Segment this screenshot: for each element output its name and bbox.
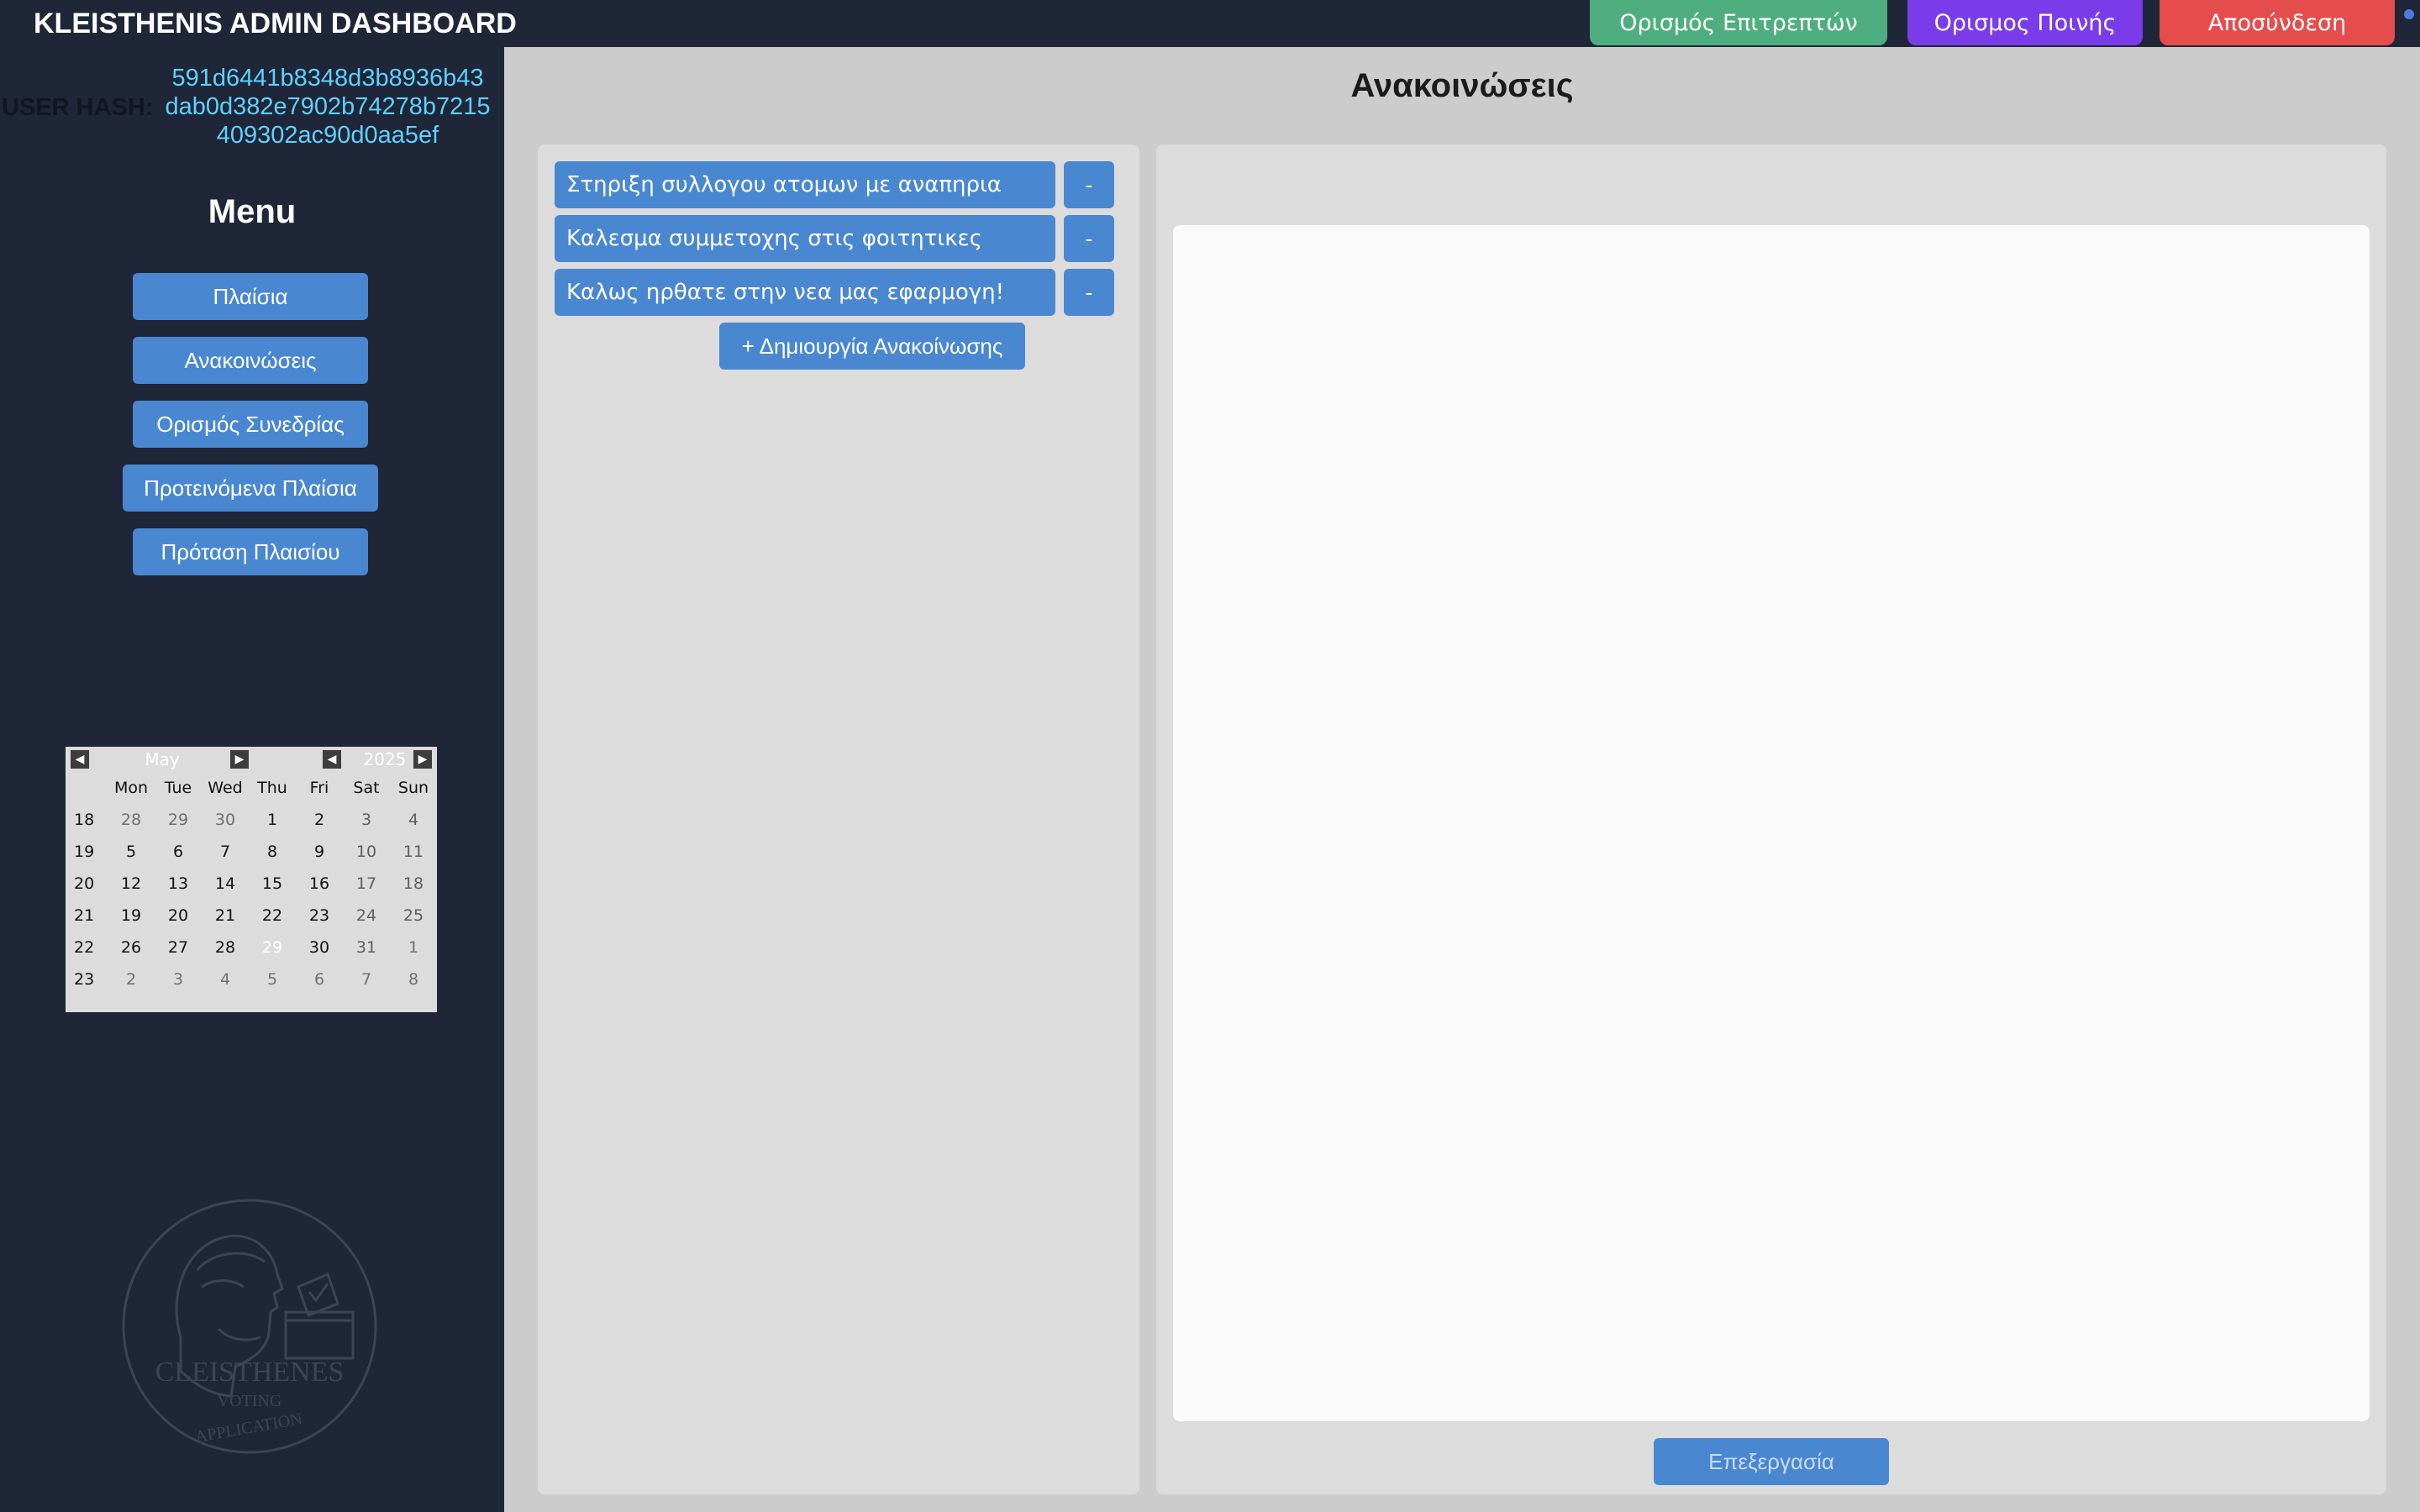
sidebar-item-session[interactable]: Ορισμός Συνεδρίας — [133, 401, 368, 448]
calendar-weekday: Sun — [397, 779, 429, 797]
allowed-emails-button[interactable]: Ορισμός Επιτρεπτών Email — [1590, 0, 1887, 83]
user-hash-line: 591d6441b8348d3b8936b43 — [171, 65, 484, 92]
calendar-day[interactable]: 18 — [390, 868, 437, 900]
calendar-weekday: Wed — [208, 779, 243, 797]
status-dot-icon — [2404, 9, 2414, 19]
calendar-day[interactable]: 28 — [202, 932, 249, 963]
calendar-day[interactable]: 4 — [202, 963, 249, 995]
calendar-day[interactable]: 2 — [108, 963, 155, 995]
calendar-corner — [66, 772, 108, 804]
calendar-week-number: 22 — [74, 938, 95, 957]
calendar-day[interactable]: 30 — [202, 804, 249, 836]
calendar-day[interactable]: 5 — [108, 836, 155, 868]
calendar-day[interactable]: 15 — [249, 868, 296, 900]
calendar-weekday: Sat — [353, 779, 380, 797]
logo-subtitle-text: APPLICATION — [194, 1410, 304, 1446]
user-hash-label: USER HASH: — [2, 94, 154, 121]
calendar-next-year-icon[interactable]: ▶ — [413, 750, 432, 769]
page-title: Ανακοινώσεις — [1350, 67, 1574, 104]
calendar-week-number: 21 — [74, 906, 95, 925]
calendar-week-number: 19 — [74, 843, 95, 861]
edit-button[interactable]: Επεξεργασία — [1654, 1438, 1889, 1485]
calendar-day[interactable]: 19 — [108, 900, 155, 932]
calendar-weekday: Mon — [113, 779, 149, 797]
sidebar-item-announcements[interactable]: Ανακοινώσεις — [133, 337, 368, 384]
calendar-day[interactable]: 7 — [343, 963, 390, 995]
calendar-day[interactable]: 21 — [202, 900, 249, 932]
calendar-weekday: Thu — [257, 779, 287, 797]
delete-announcement-button[interactable]: - — [1064, 269, 1114, 316]
calendar-day[interactable]: 24 — [343, 900, 390, 932]
logout-button[interactable]: Αποσύνδεση — [2160, 0, 2395, 45]
announcement-item[interactable]: Καλως ηρθατε στην νεα μας εφαρμογη! — [555, 269, 1055, 316]
calendar-day[interactable]: 4 — [390, 804, 437, 836]
logo-title-text: CLEISTHENES — [155, 1357, 345, 1388]
calendar-day[interactable]: 7 — [202, 836, 249, 868]
calendar-month[interactable]: May — [99, 750, 225, 769]
delete-announcement-button[interactable]: - — [1064, 215, 1114, 262]
calendar-prev-month-icon[interactable]: ◀ — [71, 750, 89, 769]
calendar-day[interactable]: 13 — [155, 868, 202, 900]
calendar-day[interactable]: 16 — [296, 868, 343, 900]
calendar-day[interactable]: 30 — [296, 932, 343, 963]
calendar-weekday: Fri — [309, 779, 329, 797]
sidebar-item-proposed-frames[interactable]: Προτεινόμενα Πλαίσια — [123, 465, 378, 512]
calendar-day[interactable]: 14 — [202, 868, 249, 900]
calendar-day[interactable]: 26 — [108, 932, 155, 963]
calendar-day[interactable]: 6 — [155, 836, 202, 868]
main-content: Ανακοινώσεις Στηριξη συλλογου ατομων με … — [504, 47, 2420, 1512]
announcements-list-panel: Στηριξη συλλογου ατομων με αναπηρια - Κα… — [538, 144, 1139, 1494]
calendar-day[interactable]: 28 — [108, 804, 155, 836]
cleisthenes-logo: CLEISTHENES VOTING APPLICATION — [122, 1199, 377, 1454]
announcement-item[interactable]: Στηριξη συλλογου ατομων με αναπηρια — [555, 161, 1055, 208]
calendar-day[interactable]: 12 — [108, 868, 155, 900]
calendar-day[interactable]: 8 — [249, 836, 296, 868]
calendar-day[interactable]: 27 — [155, 932, 202, 963]
calendar-day[interactable]: 23 — [296, 900, 343, 932]
delete-announcement-button[interactable]: - — [1064, 161, 1114, 208]
calendar-day[interactable]: 8 — [390, 963, 437, 995]
user-hash-line: dab0d382e7902b74278b7215 — [165, 93, 491, 120]
penalty-button[interactable]: Ορισμος Ποινής — [1907, 0, 2143, 45]
calendar-day[interactable]: 22 — [249, 900, 296, 932]
calendar-grid: Mon Tue Wed Thu Fri Sat Sun 18 28 29 30 1 2 3 4… — [66, 772, 437, 995]
calendar-day[interactable]: 2 — [296, 804, 343, 836]
calendar-day[interactable]: 5 — [249, 963, 296, 995]
calendar-day[interactable]: 25 — [390, 900, 437, 932]
app-title: KLEISTHENIS ADMIN DASHBOARD — [34, 8, 517, 39]
calendar-week-number: 23 — [74, 970, 95, 989]
logo-subtitle-text: VOTING — [218, 1392, 282, 1410]
calendar-weekday: Tue — [164, 779, 192, 797]
user-hash-value: 591d6441b8348d3b8936b43 dab0d382e7902b74… — [151, 64, 504, 150]
user-hash-line: 409302ac90d0aa5ef — [216, 122, 439, 149]
announcement-item[interactable]: Καλεσμα συμμετοχης στις φοιτητικες εκλογ… — [555, 215, 1055, 298]
calendar-day[interactable]: 10 — [343, 836, 390, 868]
calendar-day[interactable]: 29 — [155, 804, 202, 836]
calendar-header: ◀ May ▶ ◀ 2025 ▶ — [66, 747, 437, 772]
calendar-day[interactable]: 11 — [390, 836, 437, 868]
announcement-content-area[interactable] — [1173, 225, 2370, 1421]
calendar-day[interactable]: 20 — [155, 900, 202, 932]
top-bar: KLEISTHENIS ADMIN DASHBOARD Ορισμός Επιτ… — [0, 0, 2420, 83]
sidebar-item-propose-frame[interactable]: Πρόταση Πλαισίου — [133, 528, 368, 575]
calendar-week-number: 20 — [74, 874, 95, 893]
sidebar: USER HASH: 591d6441b8348d3b8936b43 dab0d… — [0, 47, 504, 1512]
calendar-day[interactable]: 31 — [343, 932, 390, 963]
menu-title: Menu — [208, 193, 297, 230]
calendar-day[interactable]: 1 — [249, 804, 296, 836]
create-announcement-button[interactable]: + Δημιουργία Ανακοίνωσης — [719, 323, 1025, 370]
calendar-next-month-icon[interactable]: ▶ — [230, 750, 249, 769]
calendar-day[interactable]: 1 — [390, 932, 437, 963]
calendar-day[interactable]: 9 — [296, 836, 343, 868]
sidebar-item-frames[interactable]: Πλαίσια — [133, 273, 368, 320]
calendar-day[interactable]: 29 — [249, 932, 296, 963]
calendar-week-number: 18 — [74, 811, 95, 829]
calendar: ◀ May ▶ ◀ 2025 ▶ Mon Tue Wed Thu Fri Sat… — [66, 747, 437, 1012]
calendar-day[interactable]: 3 — [343, 804, 390, 836]
calendar-day[interactable]: 17 — [343, 868, 390, 900]
calendar-day[interactable]: 6 — [296, 963, 343, 995]
calendar-day[interactable]: 3 — [155, 963, 202, 995]
announcement-detail-panel: Επεξεργασία — [1156, 144, 2386, 1494]
